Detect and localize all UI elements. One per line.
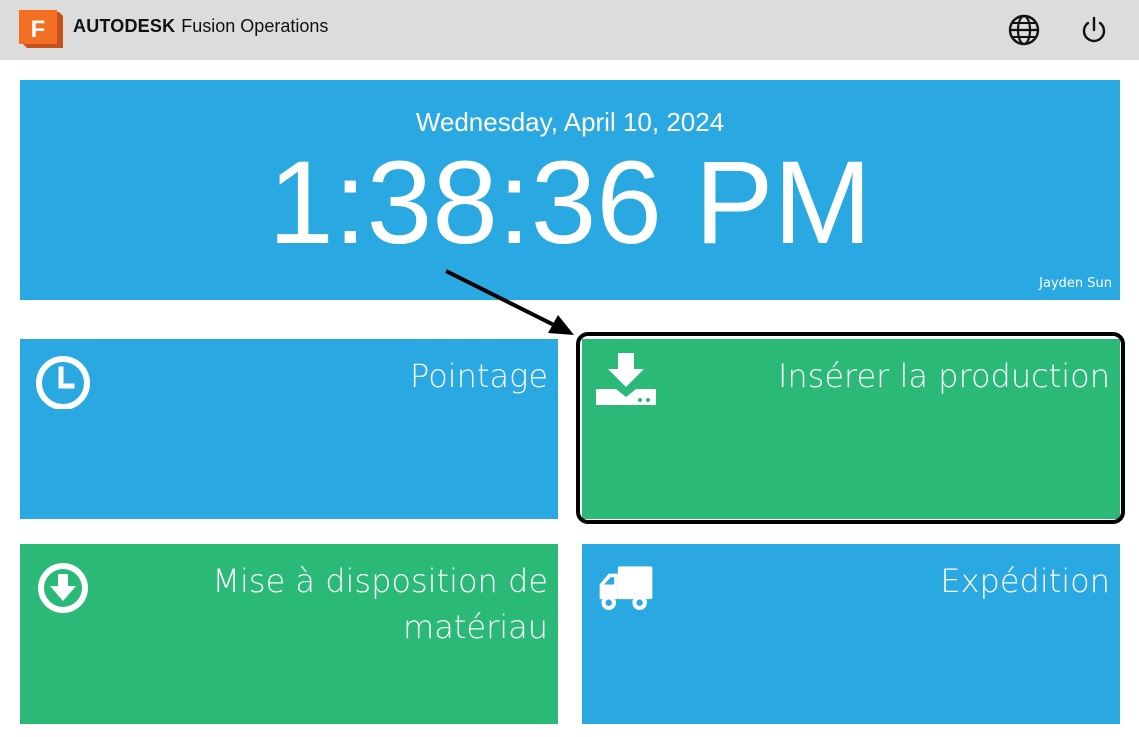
globe-icon[interactable] [1008, 14, 1040, 46]
download-tray-icon [596, 353, 656, 405]
tile-inserer-production[interactable]: Insérer la production [582, 339, 1120, 519]
download-circle-icon [38, 563, 88, 613]
tile-pointage[interactable]: Pointage [20, 339, 558, 519]
user-name: Jayden Sun [1039, 276, 1112, 291]
tile-label: Expédition [940, 562, 1110, 600]
annotation-arrow [445, 269, 574, 335]
tile-label-line2: matériau [403, 608, 548, 646]
app-title: AUTODESK Fusion Operations [73, 16, 328, 37]
tile-mise-a-disposition[interactable]: Mise à disposition de matériau [20, 544, 558, 724]
tile-label: Insérer la production [777, 357, 1110, 395]
power-icon[interactable] [1078, 14, 1110, 46]
current-time: 1:38:36 PM [268, 137, 872, 269]
logo-letter: F [31, 16, 46, 43]
tile-label: Mise à disposition de matériau [212, 558, 548, 650]
current-date: Wednesday, April 10, 2024 [415, 107, 725, 137]
tile-expedition[interactable]: Expédition [582, 544, 1120, 724]
brand-product: Fusion Operations [181, 16, 329, 36]
brand-autodesk: AUTODESK [73, 16, 176, 36]
top-bar: F AUTODESK Fusion Operations [0, 0, 1139, 60]
autodesk-fusion-logo: F [19, 10, 63, 48]
clock-icon [36, 356, 90, 409]
tile-label-line1: Mise à disposition de [212, 562, 548, 600]
truck-icon [599, 566, 653, 610]
tile-label: Pointage [410, 357, 548, 395]
